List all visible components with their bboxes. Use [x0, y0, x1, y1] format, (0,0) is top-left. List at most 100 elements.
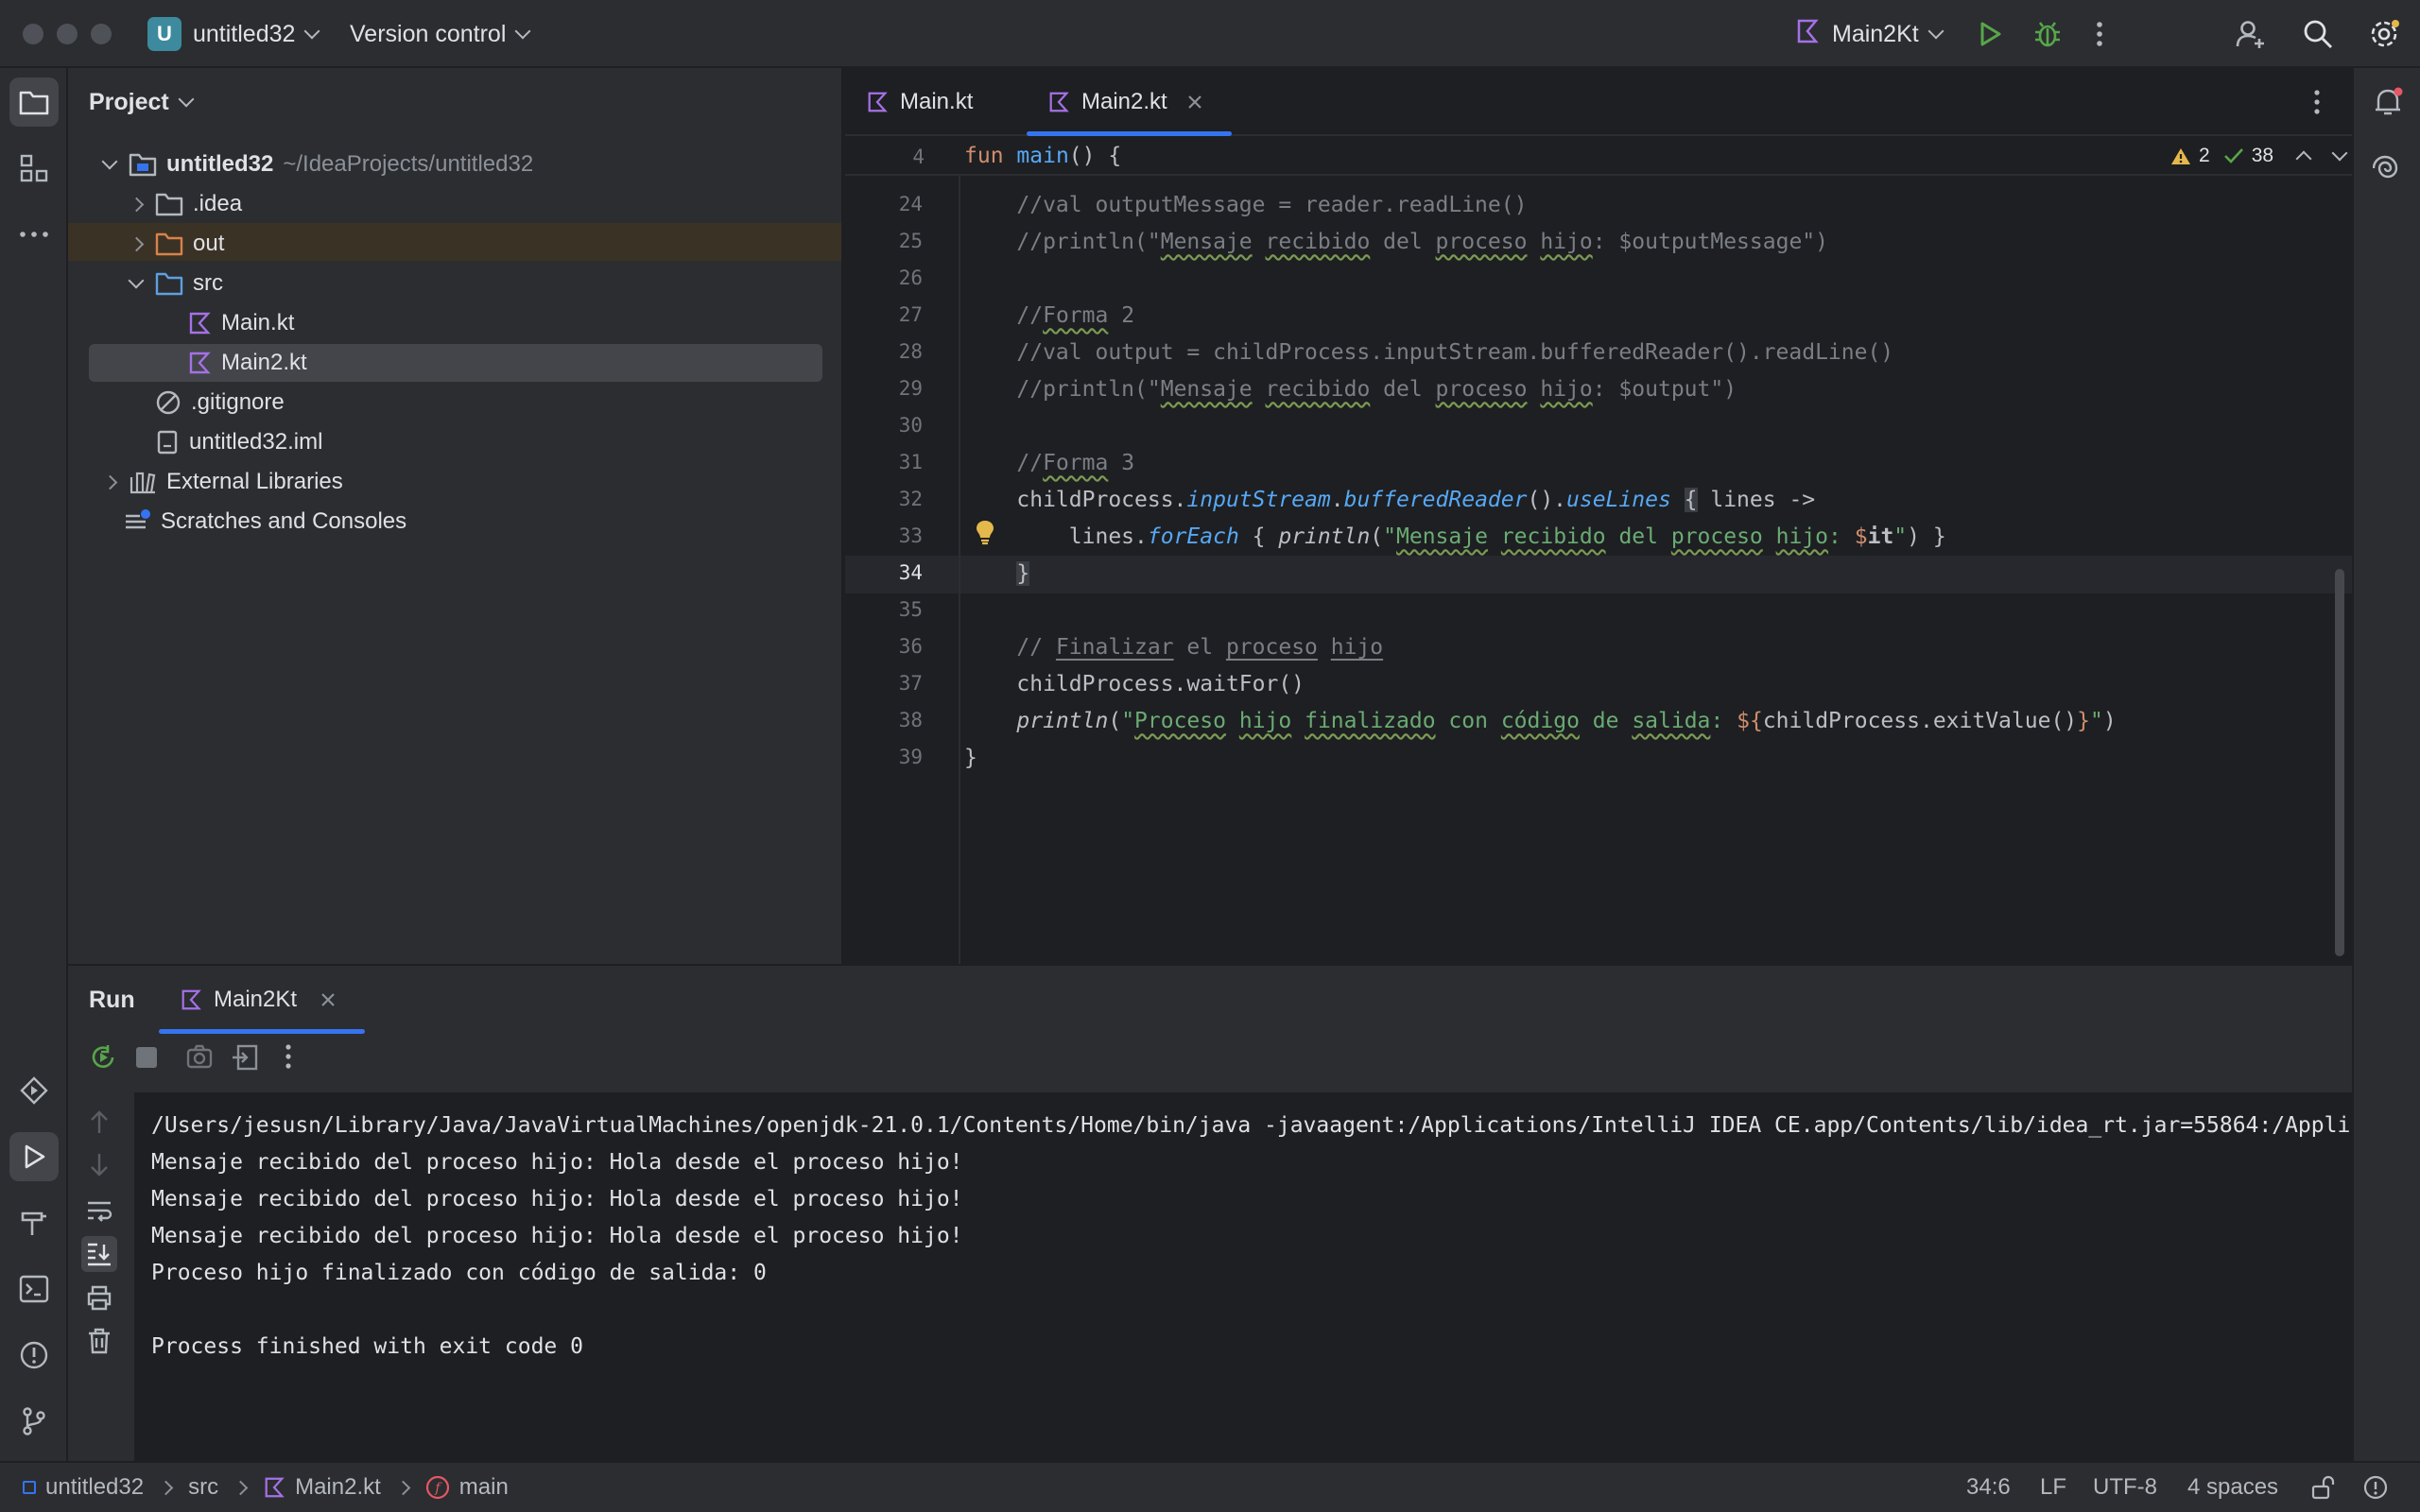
code-line[interactable]: //Forma 3: [964, 444, 1134, 481]
project-panel-header[interactable]: Project: [89, 68, 195, 136]
git-tool-button[interactable]: [9, 1397, 59, 1446]
file-encoding-label: UTF-8: [2093, 1474, 2157, 1500]
code-line[interactable]: childProcess.waitFor(): [964, 665, 1305, 702]
kotlin-file-icon: [189, 352, 211, 374]
settings-button[interactable]: [2368, 0, 2400, 68]
check-count: 38: [2251, 145, 2274, 166]
soft-wrap-icon: [88, 1201, 112, 1222]
chevron-right-icon[interactable]: [127, 197, 146, 212]
tab-main-kt[interactable]: Main.kt: [866, 68, 973, 136]
tree-item-gitignore[interactable]: .gitignore: [155, 384, 822, 421]
debug-button[interactable]: [2032, 0, 2063, 68]
run-config-selector[interactable]: Main2Kt: [1794, 0, 1945, 68]
run-tool-button[interactable]: [9, 1132, 59, 1181]
line-ending-label: LF: [2040, 1474, 2067, 1500]
window-minimize-button[interactable]: [57, 24, 78, 44]
chevron-up-icon[interactable]: [2295, 147, 2312, 167]
scroll-up-button[interactable]: [85, 1108, 113, 1136]
chevron-down-icon[interactable]: [2331, 145, 2348, 162]
window-close-button[interactable]: [23, 24, 43, 44]
breadcrumb-item[interactable]: src: [188, 1474, 218, 1501]
tree-item-main-kt[interactable]: Main.kt: [187, 304, 822, 342]
services-tool-button[interactable]: [9, 1066, 59, 1115]
run-more-button[interactable]: [284, 1043, 293, 1076]
chevron-right-icon[interactable]: [127, 236, 146, 251]
code-line[interactable]: lines. forEach { println("Mensaje recibid…: [964, 518, 1946, 555]
kotlin-file-icon: [182, 989, 201, 1010]
close-icon[interactable]: [320, 991, 337, 1008]
tree-item-label: src: [193, 270, 223, 296]
run-button[interactable]: [1976, 0, 2004, 68]
line-number: 38: [898, 709, 923, 731]
code-line[interactable]: childProcess. inputStream. bufferedReader(…: [964, 481, 1815, 518]
tree-item-idea[interactable]: .idea: [119, 185, 822, 223]
problems-icon: [20, 1341, 48, 1369]
search-button[interactable]: [2303, 0, 2333, 68]
chevron-down-icon[interactable]: [127, 272, 146, 289]
snapshot-button[interactable]: [185, 1043, 214, 1076]
tree-item-external-libraries[interactable]: External Libraries: [89, 463, 822, 501]
rerun-button[interactable]: [89, 1043, 117, 1078]
code-line[interactable]: // Finalizar el proceso hijo: [964, 628, 1383, 665]
ai-assistant-button[interactable]: [2363, 144, 2412, 193]
sticky-scope-header[interactable]: 4 fun main() { 2 38: [845, 138, 2352, 176]
close-icon[interactable]: [1186, 94, 1203, 111]
window-zoom-button[interactable]: [91, 24, 112, 44]
add-user-button[interactable]: [2235, 0, 2267, 68]
print-button[interactable]: [85, 1283, 113, 1312]
editor-scrollbar[interactable]: [2335, 569, 2344, 956]
console-line: Mensaje recibido del proceso hijo: Hola …: [151, 1150, 963, 1175]
scroll-down-button[interactable]: [85, 1151, 113, 1179]
line-number: 26: [898, 266, 923, 289]
tree-item-root[interactable]: untitled32 ~/IdeaProjects/untitled32: [89, 146, 822, 183]
tree-item-iml[interactable]: untitled32.iml: [155, 423, 822, 461]
line-number: 31: [898, 451, 923, 473]
tab-run-main2kt[interactable]: Main2Kt: [158, 966, 366, 1034]
tree-item-src[interactable]: src: [119, 265, 822, 302]
indent-setting[interactable]: 4 spaces: [2187, 1463, 2278, 1512]
notifications-button[interactable]: [2363, 77, 2412, 127]
code-line[interactable]: //val output = childProcess.inputStream.…: [964, 334, 1893, 370]
terminal-tool-button[interactable]: [9, 1264, 59, 1314]
console-output[interactable]: /Users/jesusn/Library/Java/JavaVirtualMa…: [134, 1092, 2352, 1463]
more-tools-button[interactable]: [9, 210, 59, 259]
intention-bulb-icon[interactable]: [974, 518, 996, 553]
code-line[interactable]: }: [964, 555, 1030, 592]
tree-item-out[interactable]: out: [119, 225, 822, 263]
soft-wrap-button[interactable]: [85, 1196, 113, 1225]
build-tool-button[interactable]: [9, 1198, 59, 1247]
file-encoding[interactable]: UTF-8: [2093, 1463, 2157, 1512]
structure-tool-button[interactable]: [9, 144, 59, 193]
scroll-to-end-button[interactable]: [81, 1236, 117, 1272]
inspection-widget[interactable]: 2 38: [2170, 138, 2348, 174]
tree-item-main2-kt[interactable]: Main2.kt: [89, 344, 822, 382]
exit-button[interactable]: [231, 1043, 259, 1078]
code-line[interactable]: //println("Mensaje recibido del proceso …: [964, 223, 1828, 260]
chevron-right-icon[interactable]: [100, 474, 119, 490]
problems-status[interactable]: [2363, 1463, 2388, 1512]
tab-main2-kt[interactable]: Main2.kt: [1027, 68, 1232, 136]
editor-tabs-menu-button[interactable]: [2312, 89, 2322, 122]
caret-position[interactable]: 34:6: [1966, 1463, 2011, 1512]
chevron-down-icon[interactable]: [100, 153, 119, 170]
code-line[interactable]: println("Proceso hijo finalizado con cód…: [964, 702, 2116, 739]
project-switcher[interactable]: U untitled32: [147, 0, 320, 68]
code-line[interactable]: //val outputMessage = reader.readLine(): [964, 186, 1527, 223]
code-line[interactable]: //Forma 2: [964, 297, 1134, 334]
tree-item-scratches[interactable]: Scratches and Consoles: [123, 503, 822, 541]
version-control-menu[interactable]: Version control: [350, 0, 531, 68]
more-actions-button[interactable]: [2095, 0, 2104, 68]
warning-icon: [2171, 148, 2190, 164]
console-line: Mensaje recibido del proceso hijo: Hola …: [151, 1187, 963, 1211]
clear-console-button[interactable]: [85, 1327, 113, 1355]
line-ending[interactable]: LF: [2040, 1463, 2066, 1512]
breadcrumb-item[interactable]: Main2.kt: [295, 1474, 381, 1501]
code-line[interactable]: }: [964, 739, 977, 776]
code-line[interactable]: //println("Mensaje recibido del proceso …: [964, 370, 1737, 407]
project-tool-button[interactable]: [9, 77, 59, 127]
breadcrumb-item[interactable]: main: [459, 1474, 509, 1501]
stop-button[interactable]: [136, 1047, 157, 1068]
read-only-toggle[interactable]: [2310, 1463, 2335, 1512]
breadcrumb-item[interactable]: untitled32: [45, 1474, 144, 1501]
problems-tool-button[interactable]: [9, 1331, 59, 1380]
